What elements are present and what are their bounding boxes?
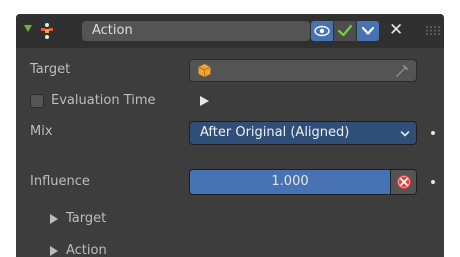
play-triangle-icon (200, 96, 209, 106)
constraint-panel: Action ✕ Target Evaluation Time Mix Afte… (16, 14, 444, 257)
keyframe-dot-icon[interactable] (431, 131, 435, 135)
eyedropper-icon[interactable] (395, 64, 409, 78)
target-label: Target (30, 62, 71, 77)
eye-icon (314, 25, 330, 37)
collapse-arrow-icon[interactable] (24, 25, 32, 32)
evaluation-time-checkbox[interactable] (30, 94, 44, 108)
influence-slider[interactable]: 1.000 (189, 169, 417, 195)
disable-keep-button[interactable] (390, 170, 416, 194)
action-constraint-icon (41, 23, 53, 39)
subpanel-action-expand-icon[interactable] (50, 246, 58, 256)
mix-value: After Original (Aligned) (200, 125, 350, 140)
evaluation-time-label: Evaluation Time (51, 93, 156, 108)
subpanel-target-label[interactable]: Target (66, 211, 106, 226)
mix-dropdown[interactable]: After Original (Aligned) (189, 121, 417, 145)
toggle-enabled-button[interactable] (334, 21, 356, 41)
constraint-name-input[interactable]: Action (82, 21, 310, 41)
close-icon[interactable]: ✕ (389, 19, 403, 41)
influence-label: Influence (30, 174, 90, 189)
target-field[interactable] (189, 59, 417, 82)
toggle-display-button[interactable] (311, 21, 333, 41)
subpanel-target-expand-icon[interactable] (50, 214, 58, 224)
keyframe-dot-icon[interactable] (431, 180, 435, 184)
subpanel-action-label[interactable]: Action (66, 243, 107, 257)
object-cube-icon (198, 64, 211, 77)
chevron-down-icon (361, 26, 375, 35)
constraint-menu-button[interactable] (357, 21, 379, 41)
driver-remove-icon (397, 175, 411, 189)
chevron-down-icon (400, 131, 410, 137)
mix-label: Mix (30, 124, 53, 139)
constraint-header: Action ✕ (16, 14, 444, 48)
drag-grip-icon[interactable] (426, 26, 440, 35)
checkmark-icon (337, 24, 353, 37)
influence-value: 1.000 (271, 174, 309, 189)
